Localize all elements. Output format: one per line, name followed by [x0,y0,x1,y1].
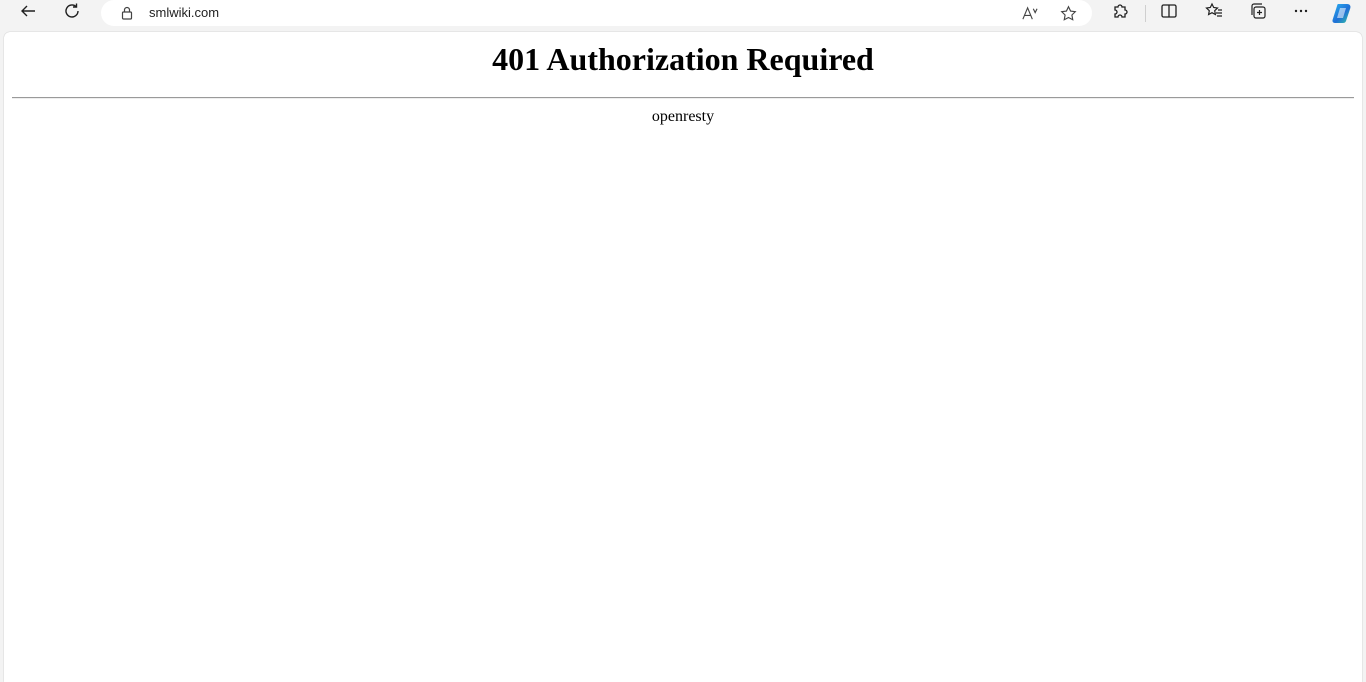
collections-icon [1249,2,1267,24]
refresh-button[interactable] [56,0,88,26]
address-bar[interactable]: smlwiki.com [101,0,1092,26]
copilot-button[interactable] [1331,1,1355,25]
more-icon [1292,2,1310,24]
page-viewport: 401 Authorization Required openresty [4,32,1362,682]
back-button[interactable] [12,0,44,26]
extensions-button[interactable] [1105,0,1137,26]
extensions-icon [1112,2,1130,24]
lock-icon[interactable] [118,4,136,22]
split-screen-icon [1160,2,1178,24]
url-text[interactable]: smlwiki.com [149,5,219,20]
divider [12,97,1354,99]
split-screen-button[interactable] [1153,0,1185,26]
more-button[interactable] [1285,0,1317,26]
browser-toolbar: smlwiki.com [0,0,1366,28]
page-title: 401 Authorization Required [492,41,874,77]
read-aloud-icon[interactable] [1018,3,1040,23]
toolbar-divider [1145,5,1146,22]
collections-button[interactable] [1242,0,1274,26]
copilot-icon [1331,4,1355,29]
favorites-button[interactable] [1198,0,1230,26]
favorite-star-icon[interactable] [1057,3,1079,23]
server-name: openresty [651,108,715,125]
favorites-icon [1205,2,1223,24]
back-icon [19,2,37,24]
refresh-icon [63,2,81,24]
